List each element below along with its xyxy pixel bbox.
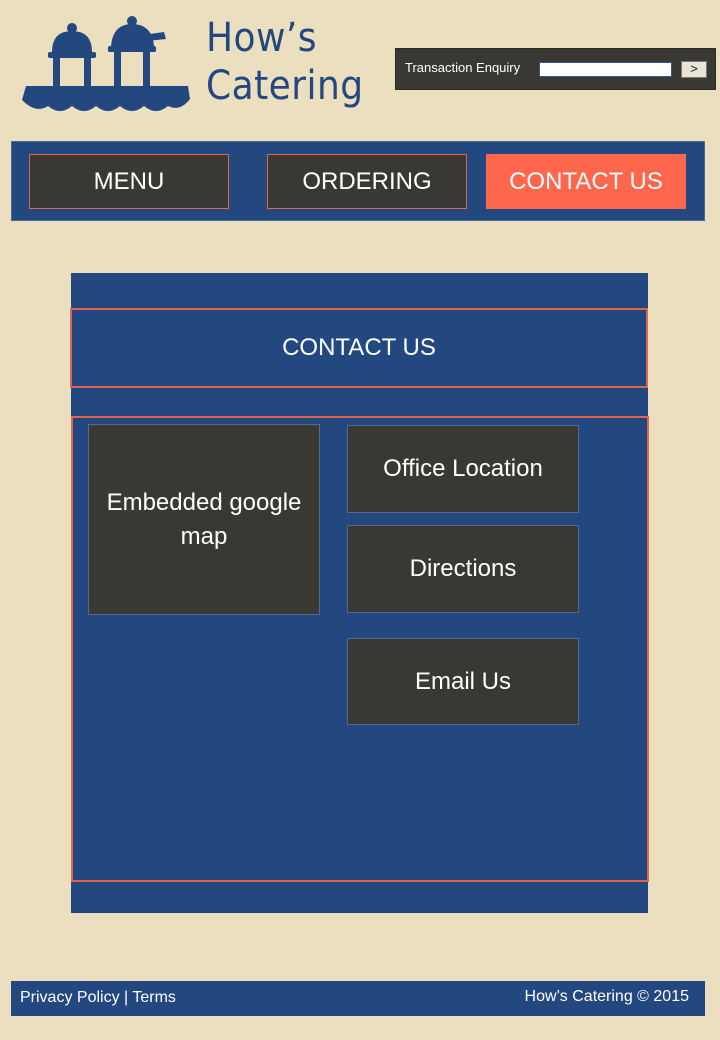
page-title: CONTACT US — [70, 308, 648, 388]
main-navigation: MENU ORDERING CONTACT US — [11, 141, 705, 221]
transaction-enquiry-submit-button[interactable]: > — [681, 61, 707, 78]
brand-name: How’s Catering — [206, 14, 364, 110]
privacy-policy-link[interactable]: Privacy Policy — [20, 989, 120, 1006]
office-location-button[interactable]: Office Location — [347, 425, 579, 513]
nav-menu-button[interactable]: MENU — [29, 154, 229, 209]
brand-name-line2: Catering — [206, 63, 364, 109]
footer-copyright: How’s Catering © 2015 — [524, 988, 689, 1005]
nav-contact-us-button[interactable]: CONTACT US — [486, 154, 686, 209]
brand-name-line1: How’s — [206, 15, 317, 61]
nav-ordering-button[interactable]: ORDERING — [267, 154, 467, 209]
footer: Privacy Policy | Terms How’s Catering © … — [11, 981, 705, 1016]
email-us-button[interactable]: Email Us — [347, 638, 579, 725]
footer-links: Privacy Policy | Terms — [20, 989, 176, 1007]
terms-link[interactable]: Terms — [132, 989, 176, 1006]
directions-button[interactable]: Directions — [347, 525, 579, 613]
catering-cloche-logo-icon — [22, 16, 190, 111]
transaction-enquiry-box: Transaction Enquiry > — [395, 48, 716, 90]
transaction-enquiry-input[interactable] — [539, 62, 672, 77]
transaction-enquiry-label: Transaction Enquiry — [405, 60, 521, 75]
footer-link-separator: | — [119, 989, 133, 1006]
embedded-map-placeholder[interactable]: Embedded google map — [88, 424, 320, 615]
